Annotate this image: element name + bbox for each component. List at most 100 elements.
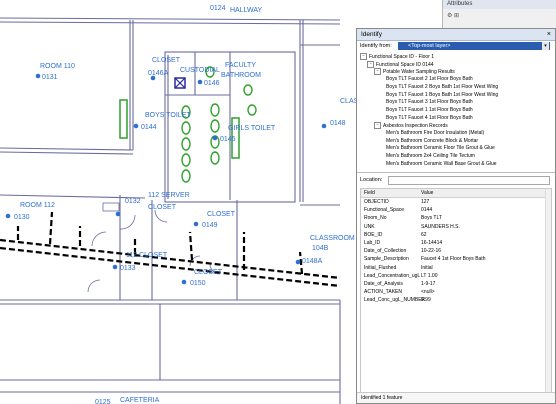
identify-from-row: Identify from: <Top-most layer> ▾ xyxy=(360,42,552,51)
field-name: Lead_Concentration_ugL xyxy=(364,272,421,279)
tree-node-label: Boys TLT Faucet 1 Boys Bath 1st Floor We… xyxy=(386,91,499,98)
table-row[interactable]: Functional_Space 0144 xyxy=(361,206,551,214)
field-name: Functional_Space xyxy=(364,207,405,214)
label-room112-num: 0130 xyxy=(14,214,30,221)
label-hallway-num: 0124 xyxy=(210,5,226,12)
field-name: Room_No xyxy=(364,215,387,222)
label-room112: ROOM 112 xyxy=(20,202,55,209)
label-classroom-num2: 0148A xyxy=(302,258,323,265)
tree-node[interactable]: Men's Bathroom 2x4 Ceiling Tile Tectum xyxy=(386,153,475,160)
identify-window: Identify × Identify from: <Top-most laye… xyxy=(356,28,556,404)
tree-node[interactable]: Boys TLT Faucet 3 1st Floor Boys Bath xyxy=(386,99,473,106)
label-boys-toilet: BOYS TOILET xyxy=(145,112,191,119)
location-label: Location: xyxy=(360,177,383,183)
label-classroom-num: 104B xyxy=(312,245,329,252)
panel-splitter[interactable] xyxy=(357,172,555,173)
field-value: LT 1.00 xyxy=(421,272,438,279)
label-room110: ROOM 110 xyxy=(40,63,75,70)
tree-node[interactable]: − Asbestos Inspection Records xyxy=(374,122,448,130)
field-name: Lead_Conc_ugL_NUMBER xyxy=(364,297,426,304)
grid-scrollbar[interactable] xyxy=(545,189,551,397)
label-112-closet: 112 CLOSET xyxy=(126,252,168,259)
tree-node-label: Men's Bathroom Ceramic Floor Tile Grout … xyxy=(386,145,495,152)
table-row[interactable]: Lead_Conc_ugL_NUMBER 0.99 xyxy=(361,296,551,304)
label-0133: 0133 xyxy=(120,265,136,272)
tree-node-label: Potable Water Sampling Results xyxy=(383,69,455,76)
tree-toggle-icon[interactable]: − xyxy=(360,53,367,60)
tree-node[interactable]: Men's Bathroom Concrete Block & Mortar xyxy=(386,138,478,145)
field-name: ACTION_TAKEN xyxy=(364,289,402,296)
label-custodial: CUSTODIAL xyxy=(180,67,220,74)
tree-toggle-icon[interactable]: − xyxy=(374,122,381,130)
attributes-toolbar[interactable]: ⚙ ⊞ xyxy=(447,12,459,19)
table-row[interactable]: Date_of_Collection 10-22-16 xyxy=(361,247,551,255)
table-row[interactable]: OBJECTID 127 xyxy=(361,198,551,206)
tree-node[interactable]: Men's Bathroom Ceramic Wall Base Grout &… xyxy=(386,161,497,168)
table-row[interactable]: Sample_Description Faucet 4 1st Floor Boy… xyxy=(361,255,551,263)
field-value: 10-22-16 xyxy=(421,248,442,255)
tree-node-label: Boys TLT Faucet 4 1st Floor Boys Bath xyxy=(386,114,473,121)
label-closet-c-num: 0150 xyxy=(190,280,206,287)
identify-title-bar[interactable]: Identify × xyxy=(357,29,555,41)
tree-node[interactable]: Boys TLT Faucet 1 Boys Bath 1st Floor We… xyxy=(386,92,498,99)
label-girls-toilet: GIRLS TOILET xyxy=(228,125,276,132)
tree-node-label: Men's Bathroom 2x4 Ceiling Tile Tectum xyxy=(386,153,475,160)
tree-node[interactable]: Men's Bathroom Fire Door Insulation (Met… xyxy=(386,130,484,137)
table-row[interactable]: Initial_Flushed Initial xyxy=(361,264,551,272)
tree-node[interactable]: − Potable Water Sampling Results xyxy=(374,68,455,76)
label-closet-b: CLOSET xyxy=(207,211,236,218)
label-bathroom-num: 0146 xyxy=(204,80,220,87)
grid-header-field[interactable]: Field xyxy=(364,189,375,197)
field-value: 127 xyxy=(421,199,430,205)
grid-header-row: Field Value xyxy=(361,189,551,198)
tree-node[interactable]: Men's Bathroom Ceramic Floor Tile Grout … xyxy=(386,145,495,152)
identify-from-label: Identify from: xyxy=(360,43,392,49)
table-row[interactable]: Room_No Boys TLT xyxy=(361,214,551,222)
identify-from-select[interactable]: <Top-most layer> ▾ xyxy=(398,42,550,50)
grid-header-value[interactable]: Value xyxy=(421,189,433,197)
tree-node-label: Boys TLT Faucet 3 1st Floor Boys Bath xyxy=(386,99,473,106)
label-cafeteria-num: 0125 xyxy=(95,399,111,404)
grid-rows: OBJECTID 127 Functional_Space 0144 Room_No Bo… xyxy=(361,198,551,304)
tree-node-label: Boys TLT Faucet 1 1st Floor Boys Bath xyxy=(386,106,473,113)
tree-toggle-icon[interactable]: − xyxy=(374,68,381,76)
tree-node-label: Functional Space ID 0144 xyxy=(376,61,434,68)
tree-node-label: Functional Space ID - Floor 1 xyxy=(369,53,435,60)
table-row[interactable]: UNK SAUNDERS H.S. xyxy=(361,223,551,231)
label-server-1: 112 SERVER xyxy=(148,192,190,199)
table-row[interactable]: Lab_ID 16-14414 xyxy=(361,239,551,247)
attributes-title: Attributes xyxy=(443,0,556,9)
tree-node[interactable]: Boys TLT Faucet 4 1st Floor Boys Bath xyxy=(386,115,473,122)
label-faculty: FACULTY xyxy=(225,62,256,69)
field-value: Initial xyxy=(421,264,433,271)
field-name: Sample_Description xyxy=(364,256,409,263)
table-row[interactable]: Date_of_Analysis 1-9-17 xyxy=(361,280,551,288)
tree-node[interactable]: − Functional Space ID - Floor 1 xyxy=(360,53,434,61)
tree-node[interactable]: Boys TLT Faucet 2 Boys Bath 1st Floor We… xyxy=(386,84,498,91)
location-field[interactable] xyxy=(388,176,550,185)
results-tree[interactable]: − Functional Space ID - Floor 1− Functiona… xyxy=(360,53,552,171)
label-hallway: HALLWAY xyxy=(230,7,262,14)
label-class-right-num: 0148 xyxy=(330,120,346,127)
identify-status: Identified 1 feature xyxy=(357,392,555,403)
tree-node[interactable]: − Functional Space ID 0144 xyxy=(367,60,434,69)
field-value: SAUNDERS H.S. xyxy=(421,223,460,230)
close-icon[interactable]: × xyxy=(547,29,551,40)
tree-node[interactable]: Boys TLT Faucet 1 1st Floor Boys Bath xyxy=(386,107,473,114)
identify-from-value: <Top-most layer> xyxy=(408,43,451,49)
field-name: Lab_ID xyxy=(364,239,381,246)
table-row[interactable]: Lead_Concentration_ugL LT 1.00 xyxy=(361,272,551,280)
table-row[interactable]: BOE_ID 62 xyxy=(361,231,551,239)
label-bathroom: BATHROOM xyxy=(221,72,261,79)
label-closet-a: CLOSET xyxy=(152,57,181,64)
field-name: OBJECTID xyxy=(364,199,389,205)
table-row[interactable]: ACTION_TAKEN <null> xyxy=(361,288,551,296)
label-classroom: CLASSROOM xyxy=(310,235,355,242)
tree-node[interactable]: Boys TLT Faucet 2 1st Floor Boys Bath xyxy=(386,76,473,83)
tree-toggle-icon[interactable]: − xyxy=(367,60,374,68)
label-closet-c: CLOSET xyxy=(194,269,223,276)
tree-node-label: Boys TLT Faucet 2 Boys Bath 1st Floor We… xyxy=(386,83,499,90)
field-value: <null> xyxy=(421,289,435,296)
field-value: 0144 xyxy=(421,207,433,214)
chevron-down-icon[interactable]: ▾ xyxy=(542,42,549,50)
